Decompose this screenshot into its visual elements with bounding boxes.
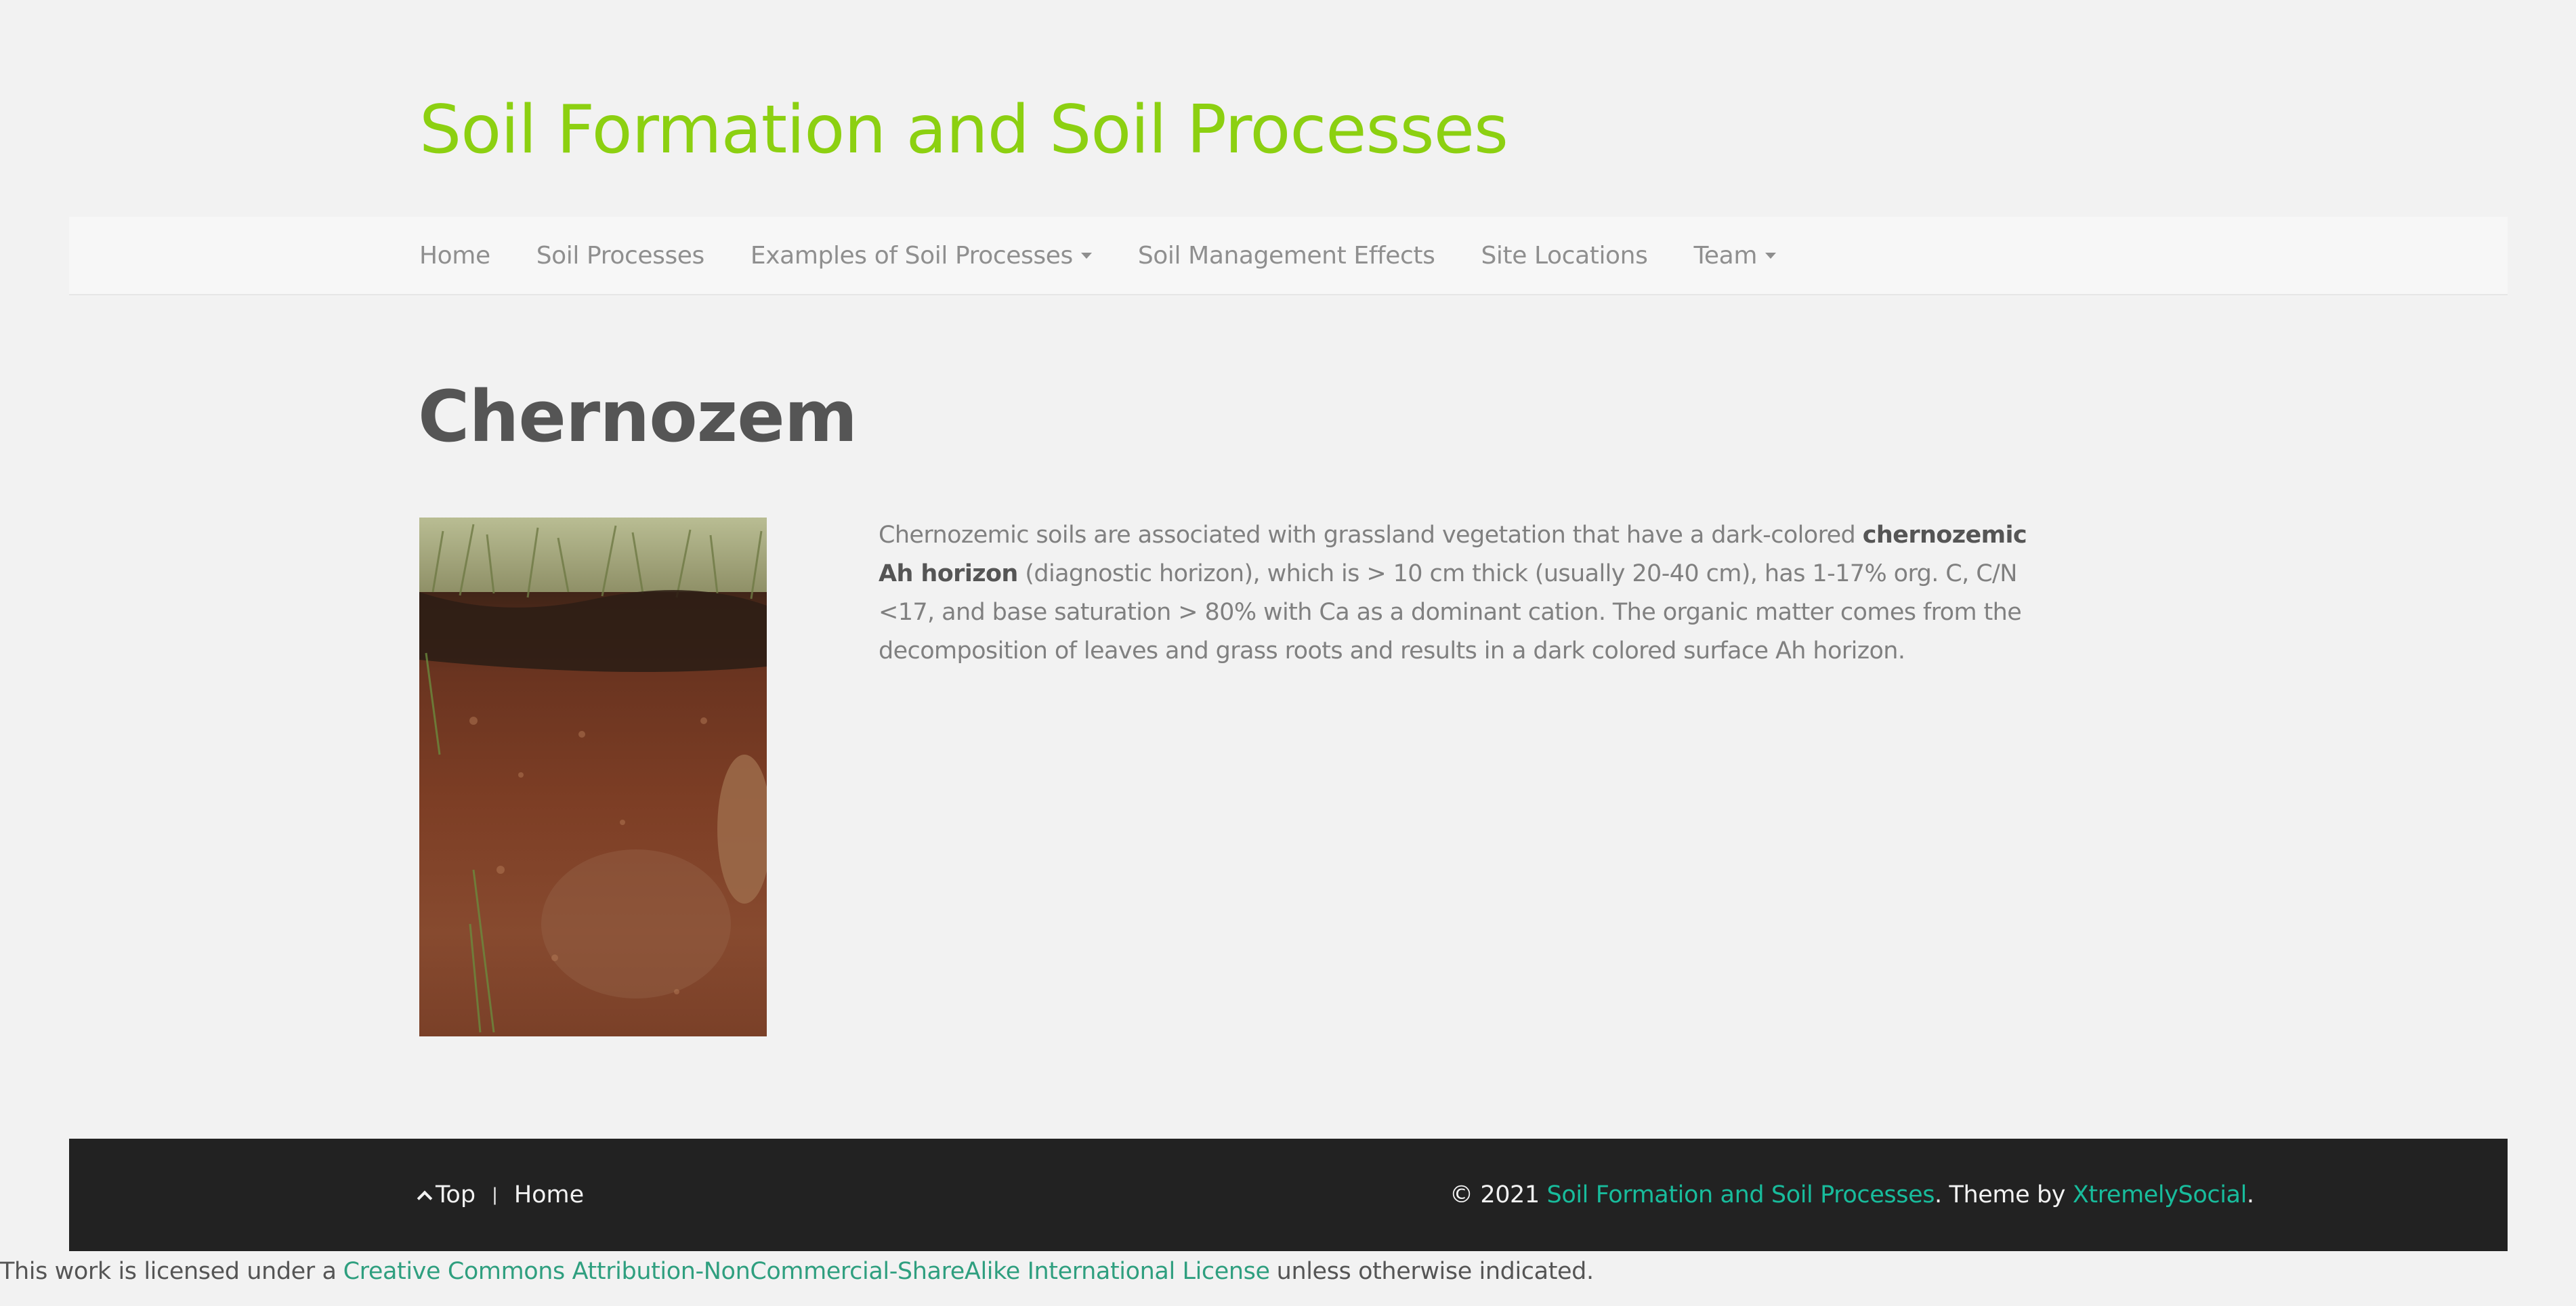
- footer-home-link[interactable]: Home: [514, 1181, 584, 1208]
- nav-item-home[interactable]: Home: [419, 242, 490, 270]
- footer-separator: |: [492, 1185, 498, 1205]
- nav-item-team-dropdown[interactable]: Team: [1693, 241, 1777, 270]
- nav-item-soil-management-effects[interactable]: Soil Management Effects: [1138, 242, 1435, 270]
- nav-item-soil-processes-label: Soil Processes: [536, 241, 705, 270]
- nav-item-home-label: Home: [419, 241, 490, 270]
- nav-item-soil-processes[interactable]: Soil Processes: [536, 241, 705, 270]
- footer-top-label: Top: [436, 1181, 476, 1208]
- caret-down-icon: [1765, 252, 1777, 259]
- site-title[interactable]: Soil Formation and Soil Processes: [419, 92, 1508, 169]
- nav-item-examples-dropdown[interactable]: Examples of Soil Processes: [751, 242, 1092, 270]
- footer-site-link[interactable]: Soil Formation and Soil Processes: [1547, 1181, 1935, 1208]
- footer-theme-link[interactable]: XtremelySocial: [2073, 1181, 2247, 1208]
- footer-copyright: © 2021 Soil Formation and Soil Processes…: [1450, 1139, 2254, 1251]
- footer-top-link[interactable]: Top: [417, 1181, 476, 1208]
- footer-end-period: .: [2246, 1181, 2254, 1208]
- nav-item-examples-label: Examples of Soil Processes: [750, 241, 1073, 270]
- paragraph-text-1: Chernozemic soils are associated with gr…: [879, 522, 1863, 549]
- nav-item-soil-management-label: Soil Management Effects: [1137, 241, 1435, 270]
- caret-down-icon: [1080, 252, 1092, 259]
- footer-nav: Top | Home: [417, 1139, 584, 1251]
- copyright-prefix: © 2021: [1450, 1181, 1547, 1208]
- nav-item-team-label: Team: [1693, 241, 1758, 270]
- license-prefix: This work is licensed under a: [0, 1258, 337, 1285]
- nav-list: Home Soil Processes Examples of Soil Pro…: [419, 217, 1822, 294]
- main-navbar: Home Soil Processes Examples of Soil Pro…: [69, 217, 2508, 295]
- license-suffix: unless otherwise indicated.: [1276, 1258, 1594, 1285]
- page-title: Chernozem: [418, 375, 858, 458]
- soil-profile-image: [419, 518, 767, 1036]
- nav-item-site-locations[interactable]: Site Locations: [1481, 242, 1647, 270]
- chevron-up-icon: [417, 1190, 433, 1206]
- footer: Top | Home © 2021 Soil Formation and Soi…: [69, 1139, 2508, 1251]
- paragraph-text-2: (diagnostic horizon), which is > 10 cm t…: [879, 560, 2022, 665]
- license-notice: This work is licensed under a Creative C…: [0, 1255, 1594, 1288]
- content-paragraph: Chernozemic soils are associated with gr…: [879, 516, 2030, 671]
- license-link[interactable]: Creative Commons Attribution-NonCommerci…: [343, 1258, 1270, 1285]
- nav-item-site-locations-label: Site Locations: [1481, 241, 1648, 270]
- theme-text: . Theme by: [1935, 1181, 2073, 1208]
